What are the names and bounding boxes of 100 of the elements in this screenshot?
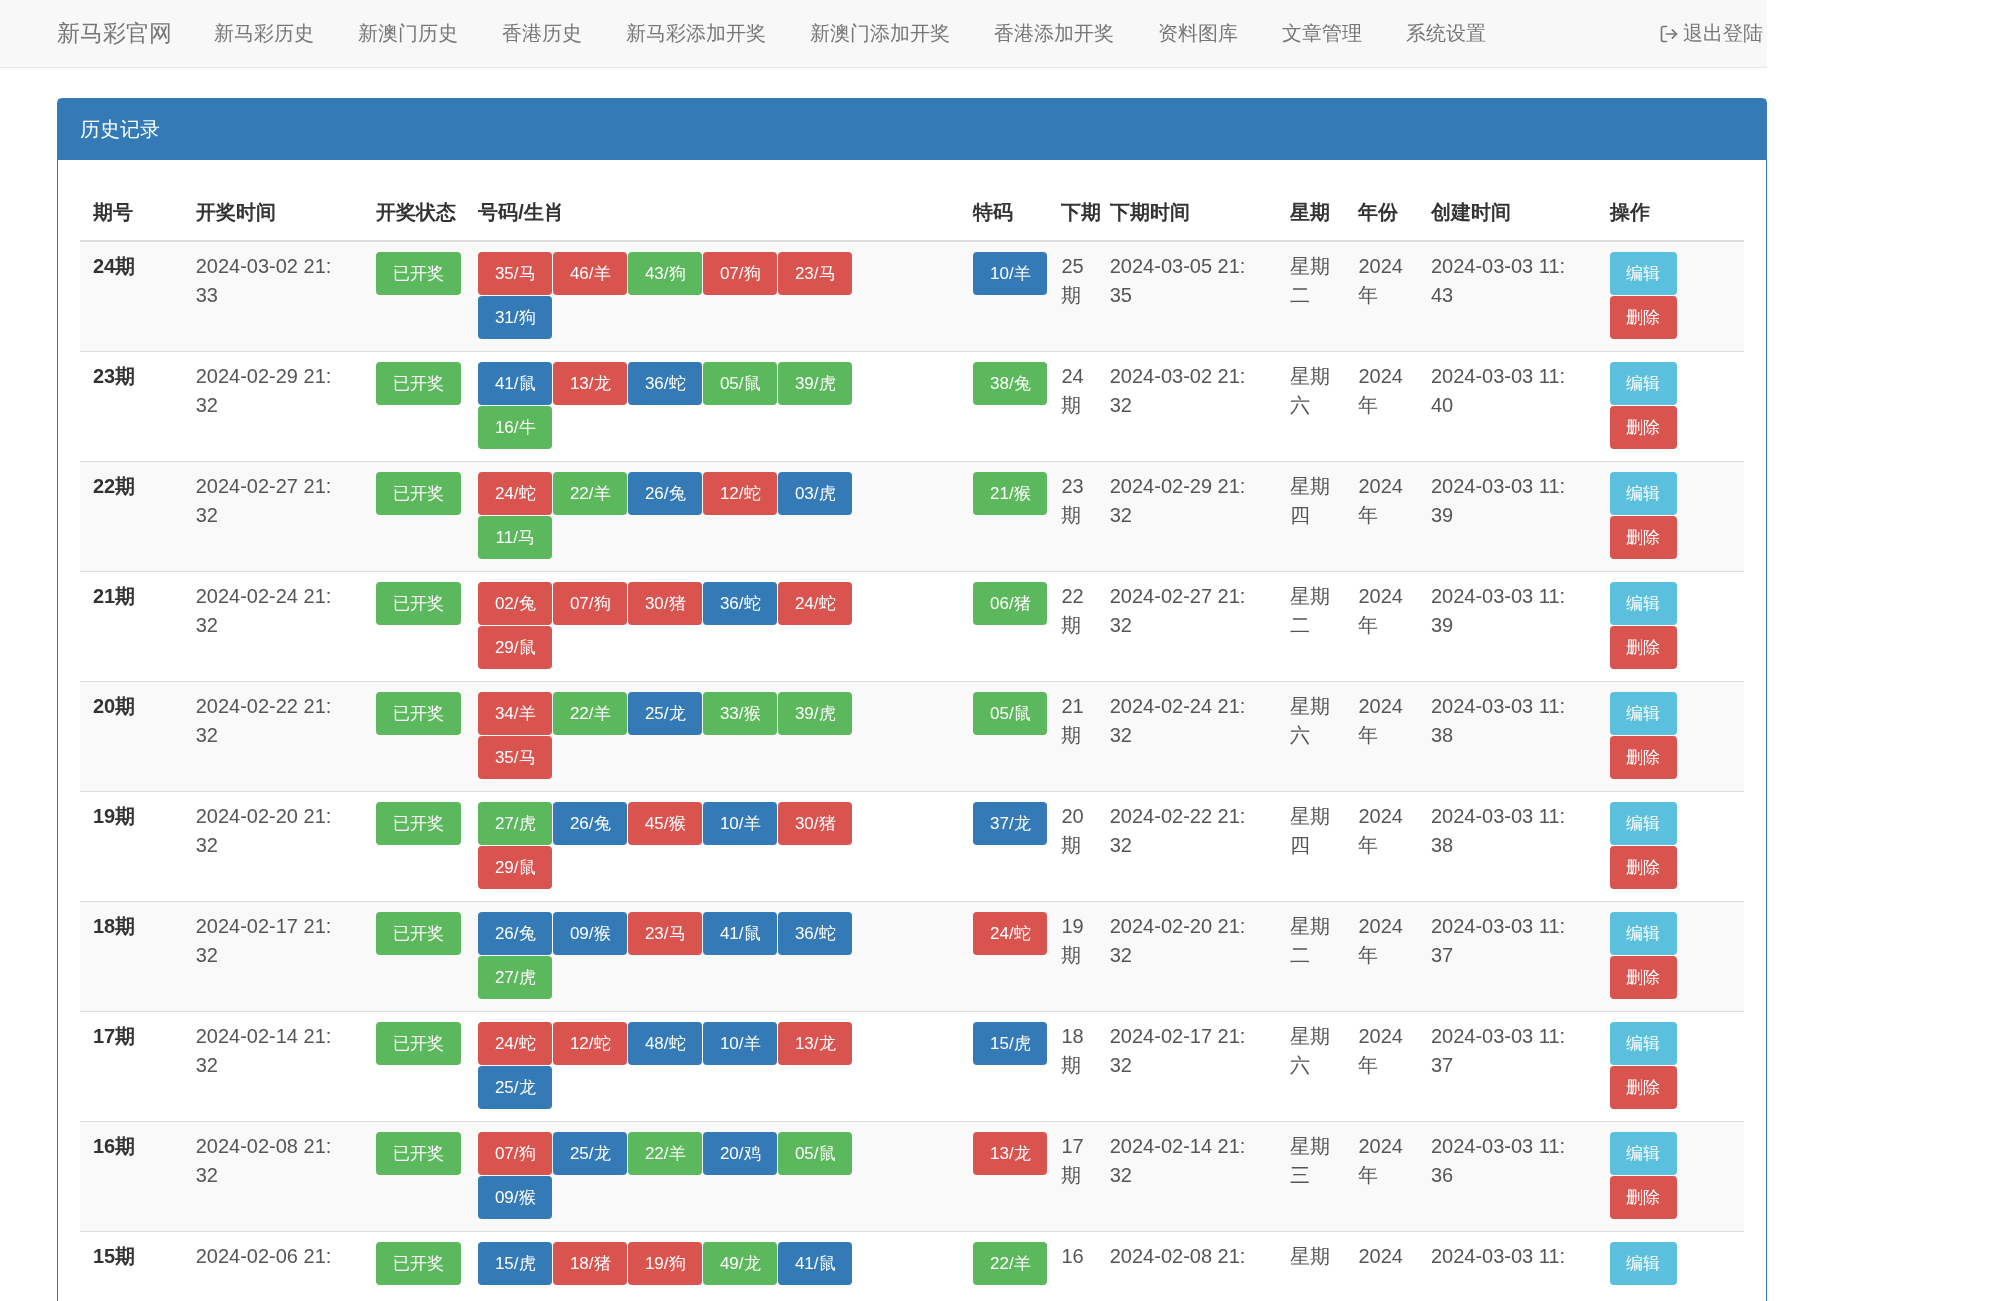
edit-button[interactable]: 编辑 bbox=[1609, 252, 1677, 295]
next-period-text: 20期 bbox=[1061, 805, 1084, 856]
edit-button[interactable]: 编辑 bbox=[1609, 1132, 1677, 1175]
created-time-text: 2024-03-03 11:39 bbox=[1430, 474, 1567, 528]
weekday-text: 星期四 bbox=[1289, 805, 1330, 856]
nav-link[interactable]: 系统设置 bbox=[1384, 20, 1508, 47]
nav-link[interactable]: 新澳门历史 bbox=[336, 20, 480, 47]
number-label: 46/羊 bbox=[553, 252, 628, 295]
delete-button[interactable]: 删除 bbox=[1609, 846, 1677, 889]
year-text: 2024年 bbox=[1358, 805, 1403, 856]
next-time-text: 2024-02-08 21: bbox=[1109, 1244, 1247, 1269]
status-label: 已开奖 bbox=[375, 802, 461, 845]
sign-out-icon bbox=[1659, 23, 1679, 44]
number-label: 24/蛇 bbox=[478, 1022, 553, 1065]
number-label: 43/狗 bbox=[628, 252, 703, 295]
special-number-label: 24/蛇 bbox=[973, 912, 1048, 955]
number-label: 11/马 bbox=[478, 516, 553, 559]
draw-time-text: 2024-02-29 21:32 bbox=[195, 364, 333, 418]
number-label: 22/羊 bbox=[553, 472, 628, 515]
next-time-text: 2024-03-05 21:35 bbox=[1109, 254, 1247, 308]
brand-link[interactable]: 新马彩官网 bbox=[57, 18, 172, 49]
nav-link[interactable]: 资料图库 bbox=[1136, 20, 1260, 47]
status-label: 已开奖 bbox=[375, 1132, 461, 1175]
number-label: 39/虎 bbox=[778, 692, 853, 735]
year-text: 2024 bbox=[1358, 1245, 1403, 1267]
draw-time-text: 2024-02-06 21: bbox=[195, 1244, 333, 1269]
created-time-text: 2024-03-03 11:39 bbox=[1430, 584, 1567, 638]
delete-button[interactable]: 删除 bbox=[1609, 956, 1677, 999]
number-label: 30/猪 bbox=[628, 582, 703, 625]
number-label: 25/龙 bbox=[478, 1066, 553, 1109]
weekday-text: 星期六 bbox=[1289, 695, 1330, 746]
edit-button[interactable]: 编辑 bbox=[1609, 362, 1677, 405]
period-text: 24期 bbox=[93, 255, 136, 277]
number-label: 49/龙 bbox=[703, 1242, 778, 1285]
number-label: 24/蛇 bbox=[778, 582, 853, 625]
edit-button[interactable]: 编辑 bbox=[1609, 912, 1677, 955]
edit-button[interactable]: 编辑 bbox=[1609, 1242, 1677, 1285]
number-label: 36/蛇 bbox=[628, 362, 703, 405]
nav-link[interactable]: 新马彩历史 bbox=[192, 20, 336, 47]
number-label: 05/鼠 bbox=[703, 362, 778, 405]
next-time-text: 2024-02-29 21:32 bbox=[1109, 474, 1247, 528]
edit-button[interactable]: 编辑 bbox=[1609, 692, 1677, 735]
nav-link[interactable]: 香港历史 bbox=[480, 20, 604, 47]
draw-time-text: 2024-02-20 21:32 bbox=[195, 804, 333, 858]
number-label: 23/马 bbox=[778, 252, 853, 295]
year-text: 2024年 bbox=[1358, 915, 1403, 966]
number-label: 45/猴 bbox=[628, 802, 703, 845]
number-label: 26/兔 bbox=[553, 802, 628, 845]
created-time-text: 2024-03-03 11:38 bbox=[1430, 694, 1567, 748]
period-text: 22期 bbox=[93, 475, 136, 497]
period-text: 18期 bbox=[93, 915, 136, 937]
status-label: 已开奖 bbox=[375, 252, 461, 295]
number-label: 24/蛇 bbox=[478, 472, 553, 515]
delete-button[interactable]: 删除 bbox=[1609, 296, 1677, 339]
number-label: 07/狗 bbox=[478, 1132, 553, 1175]
status-label: 已开奖 bbox=[375, 912, 461, 955]
delete-button[interactable]: 删除 bbox=[1609, 626, 1677, 669]
created-time-text: 2024-03-03 11: bbox=[1430, 1244, 1567, 1269]
number-label: 20/鸡 bbox=[703, 1132, 778, 1175]
nav-link[interactable]: 新澳门添加开奖 bbox=[788, 20, 972, 47]
number-label: 41/鼠 bbox=[778, 1242, 853, 1285]
special-number-label: 37/龙 bbox=[973, 802, 1048, 845]
nav-link[interactable]: 新马彩添加开奖 bbox=[604, 20, 788, 47]
number-label: 26/兔 bbox=[628, 472, 703, 515]
delete-button[interactable]: 删除 bbox=[1609, 516, 1677, 559]
created-time-text: 2024-03-03 11:43 bbox=[1430, 254, 1567, 308]
logout-link[interactable]: 退出登陆 bbox=[1659, 20, 1763, 47]
special-number-label: 13/龙 bbox=[973, 1132, 1048, 1175]
delete-button[interactable]: 删除 bbox=[1609, 406, 1677, 449]
status-label: 已开奖 bbox=[375, 362, 461, 405]
special-number-label: 15/虎 bbox=[973, 1022, 1048, 1065]
number-label: 34/羊 bbox=[478, 692, 553, 735]
delete-button[interactable]: 删除 bbox=[1609, 736, 1677, 779]
period-text: 21期 bbox=[93, 585, 136, 607]
status-label: 已开奖 bbox=[375, 582, 461, 625]
number-label: 26/兔 bbox=[478, 912, 553, 955]
next-period-text: 23期 bbox=[1061, 475, 1084, 526]
next-period-text: 18期 bbox=[1061, 1025, 1084, 1076]
next-time-text: 2024-02-17 21:32 bbox=[1109, 1024, 1247, 1078]
number-label: 10/羊 bbox=[703, 1022, 778, 1065]
number-label: 16/牛 bbox=[478, 406, 553, 449]
edit-button[interactable]: 编辑 bbox=[1609, 582, 1677, 625]
weekday-text: 星期三 bbox=[1289, 1135, 1330, 1186]
number-label: 13/龙 bbox=[778, 1022, 853, 1065]
created-time-text: 2024-03-03 11:36 bbox=[1430, 1134, 1567, 1188]
weekday-text: 星期 bbox=[1289, 1245, 1330, 1267]
number-label: 23/马 bbox=[628, 912, 703, 955]
number-label: 12/蛇 bbox=[703, 472, 778, 515]
weekday-text: 星期六 bbox=[1289, 365, 1330, 416]
draw-time-text: 2024-02-27 21:32 bbox=[195, 474, 333, 528]
delete-button[interactable]: 删除 bbox=[1609, 1066, 1677, 1109]
delete-button[interactable]: 删除 bbox=[1609, 1176, 1677, 1219]
nav-link[interactable]: 香港添加开奖 bbox=[972, 20, 1136, 47]
number-label: 27/虎 bbox=[478, 956, 553, 999]
number-label: 07/狗 bbox=[703, 252, 778, 295]
nav-link[interactable]: 文章管理 bbox=[1260, 20, 1384, 47]
edit-button[interactable]: 编辑 bbox=[1609, 1022, 1677, 1065]
edit-button[interactable]: 编辑 bbox=[1609, 802, 1677, 845]
year-text: 2024年 bbox=[1358, 475, 1403, 526]
edit-button[interactable]: 编辑 bbox=[1609, 472, 1677, 515]
